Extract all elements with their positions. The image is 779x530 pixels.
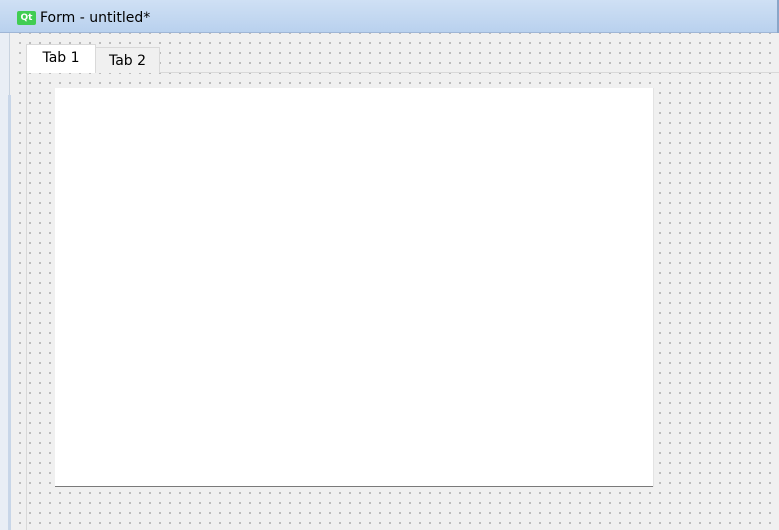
content-widget-shadow bbox=[653, 88, 654, 487]
tab-1[interactable]: Tab 1 bbox=[26, 44, 96, 73]
qt-logo-icon: Qt bbox=[17, 11, 36, 25]
window-title: Form - untitled* bbox=[40, 10, 151, 26]
content-widget[interactable] bbox=[55, 88, 653, 487]
tab-2[interactable]: Tab 2 bbox=[96, 47, 160, 73]
tab-bar-baseline bbox=[160, 72, 779, 73]
window-titlebar[interactable]: Qt Form - untitled* bbox=[0, 0, 779, 33]
